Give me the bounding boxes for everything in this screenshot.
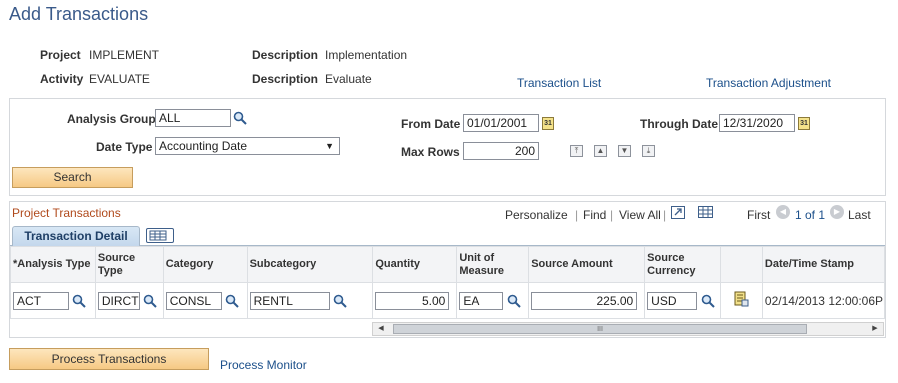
zoom-icon[interactable] bbox=[671, 206, 685, 219]
grid-tab-bar: Transaction Detail bbox=[10, 224, 885, 246]
timestamp-value: 02/14/2013 12:00:06PM bbox=[761, 282, 886, 319]
transactions-table: *Analysis Type Source Type Category Subc… bbox=[10, 246, 886, 319]
through-date-calendar-icon[interactable]: 31 bbox=[798, 117, 810, 130]
process-monitor-link[interactable]: Process Monitor bbox=[220, 358, 307, 372]
from-date-calendar-icon[interactable]: 31 bbox=[542, 117, 554, 130]
from-date-input[interactable]: 01/01/2001 bbox=[463, 114, 539, 132]
activity-description-label: Description bbox=[252, 72, 319, 86]
col-source-amount: Source Amount bbox=[528, 246, 646, 283]
description-value: Implementation bbox=[325, 48, 408, 62]
search-button[interactable]: Search bbox=[12, 167, 133, 188]
source-type-lookup-icon[interactable] bbox=[143, 294, 157, 308]
through-date-label: Through Date bbox=[640, 117, 718, 131]
currency-lookup-icon[interactable] bbox=[701, 294, 715, 308]
separator: | bbox=[610, 208, 614, 222]
search-criteria-panel: Analysis Group ALL Date Type Accounting … bbox=[9, 98, 886, 196]
activity-label: Activity bbox=[40, 72, 84, 86]
max-rows-input[interactable]: 200 bbox=[463, 142, 539, 160]
project-label: Project bbox=[40, 48, 81, 62]
date-type-select[interactable]: Accounting Date ▼ bbox=[155, 137, 340, 155]
activity-description-value: Evaluate bbox=[325, 72, 372, 86]
view-all-link[interactable]: View All bbox=[619, 208, 661, 222]
analysis-group-label: Analysis Group bbox=[67, 112, 156, 126]
col-category: Category bbox=[162, 246, 248, 283]
scroll-left-icon[interactable]: ◀ bbox=[375, 324, 387, 334]
row-range: 1 of 1 bbox=[795, 208, 826, 222]
col-source-type: Source Type bbox=[94, 246, 164, 283]
chevron-down-icon: ▼ bbox=[325, 141, 334, 151]
col-subcategory: Subcategory bbox=[246, 246, 374, 283]
project-transactions-grid: Project Transactions Personalize | Find … bbox=[9, 201, 886, 338]
date-type-label: Date Type bbox=[96, 140, 153, 154]
analysis-type-input[interactable]: ACT bbox=[13, 291, 69, 310]
col-timestamp: Date/Time Stamp bbox=[761, 246, 886, 283]
source-currency-input[interactable]: USD bbox=[647, 291, 698, 310]
category-lookup-icon[interactable] bbox=[225, 294, 239, 308]
table-header-row: *Analysis Type Source Type Category Subc… bbox=[10, 246, 886, 283]
subcategory-input[interactable]: RENTL bbox=[249, 291, 330, 310]
from-date-label: From Date bbox=[401, 117, 461, 131]
analysis-type-lookup-icon[interactable] bbox=[72, 294, 87, 308]
unit-of-measure-input[interactable]: EA bbox=[459, 291, 504, 310]
page-title: Add Transactions bbox=[9, 4, 149, 24]
process-transactions-button[interactable]: Process Transactions bbox=[9, 348, 209, 370]
description-label: Description bbox=[252, 48, 319, 62]
col-quantity: Quantity bbox=[372, 246, 458, 283]
analysis-group-input[interactable]: ALL bbox=[155, 109, 231, 127]
col-analysis-type: *Analysis Type bbox=[10, 246, 96, 283]
analysis-group-lookup-icon[interactable] bbox=[233, 111, 247, 125]
subcategory-lookup-icon[interactable] bbox=[333, 294, 347, 308]
move-down-icon[interactable]: ▼ bbox=[618, 145, 631, 157]
col-details bbox=[720, 246, 763, 283]
horizontal-scrollbar[interactable]: ◀ III ▶ bbox=[372, 322, 884, 336]
download-grid-icon[interactable] bbox=[698, 206, 713, 218]
table-row: ACT DIRCT CONSL RENTL 5.00 EA 225.00 USD… bbox=[10, 282, 886, 319]
show-all-columns-icon[interactable] bbox=[146, 228, 174, 243]
transaction-list-link[interactable]: Transaction List bbox=[517, 76, 601, 90]
first-label[interactable]: First bbox=[747, 208, 770, 222]
through-date-input[interactable]: 12/31/2020 bbox=[719, 114, 795, 132]
separator: | bbox=[575, 208, 579, 222]
scrollbar-thumb[interactable]: III bbox=[393, 324, 807, 334]
col-unit-of-measure: Unit of Measure bbox=[456, 246, 530, 283]
source-amount-input[interactable]: 225.00 bbox=[531, 291, 638, 310]
max-rows-label: Max Rows bbox=[401, 145, 460, 159]
unit-lookup-icon[interactable] bbox=[507, 294, 521, 308]
last-label[interactable]: Last bbox=[848, 208, 871, 222]
date-type-value: Accounting Date bbox=[159, 139, 248, 153]
category-input[interactable]: CONSL bbox=[165, 291, 222, 310]
project-value: IMPLEMENT bbox=[89, 48, 160, 62]
transaction-adjustment-link[interactable]: Transaction Adjustment bbox=[706, 76, 831, 90]
move-up-icon[interactable]: ▲ bbox=[594, 145, 607, 157]
source-type-input[interactable]: DIRCT bbox=[97, 291, 140, 310]
next-icon[interactable]: ▶ bbox=[830, 205, 844, 219]
personalize-link[interactable]: Personalize bbox=[505, 208, 568, 222]
separator: | bbox=[663, 208, 667, 222]
scroll-right-icon[interactable]: ▶ bbox=[869, 324, 881, 334]
move-bottom-icon[interactable]: ⤓ bbox=[642, 145, 655, 157]
grid-title: Project Transactions bbox=[12, 206, 121, 220]
previous-icon[interactable]: ◀ bbox=[776, 205, 790, 219]
tab-transaction-detail[interactable]: Transaction Detail bbox=[12, 226, 140, 246]
activity-value: EVALUATE bbox=[89, 72, 150, 86]
move-top-icon[interactable]: ⤒ bbox=[570, 145, 583, 157]
grid-header: Project Transactions Personalize | Find … bbox=[10, 202, 885, 224]
col-source-currency: Source Currency bbox=[644, 246, 722, 283]
find-link[interactable]: Find bbox=[583, 208, 606, 222]
details-icon[interactable] bbox=[733, 291, 749, 307]
quantity-input[interactable]: 5.00 bbox=[375, 291, 450, 310]
